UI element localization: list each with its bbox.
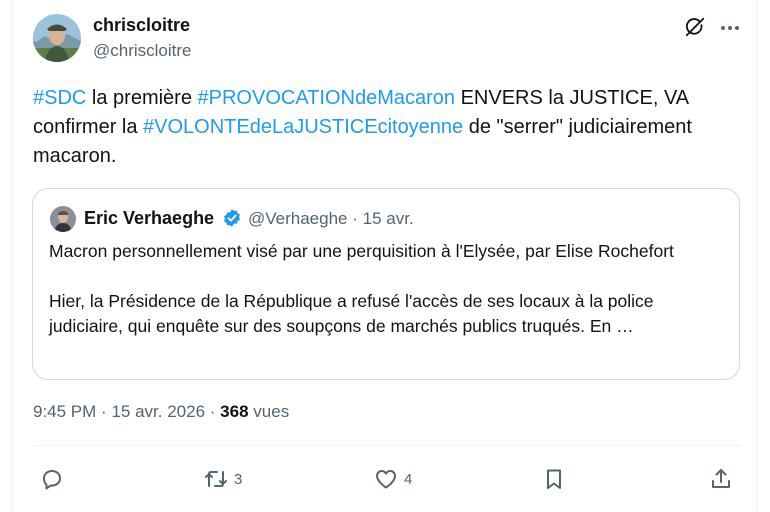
reply-icon <box>43 470 61 490</box>
hashtag-link[interactable]: #PROVOCATIONdeMacaron <box>198 87 456 109</box>
meta-separator: · <box>101 402 107 421</box>
tweet-date[interactable]: 15 avr. 2026 <box>111 402 205 421</box>
reply-button[interactable] <box>40 464 70 494</box>
author-avatar[interactable] <box>33 14 81 62</box>
quote-date[interactable]: 15 avr. <box>363 209 414 228</box>
meta-separator: · <box>209 402 216 421</box>
retweet-button[interactable]: 3 <box>204 464 242 494</box>
retweet-count: 3 <box>234 470 243 488</box>
bookmark-icon <box>547 469 561 489</box>
tweet-text: #SDC la première #PROVOCATIONdeMacaron E… <box>33 84 733 171</box>
quote-separator: · <box>352 209 358 228</box>
quote-author-name[interactable]: Eric Verhaeghe <box>84 208 214 229</box>
share-icon <box>712 469 730 488</box>
divider <box>33 445 741 446</box>
hashtag-link[interactable]: #VOLONTEdeLaJUSTICEcitoyenne <box>143 116 463 138</box>
like-icon <box>376 470 396 489</box>
quote-author-avatar[interactable] <box>50 206 76 232</box>
share-button[interactable] <box>709 464 733 494</box>
views-label: vues <box>253 402 290 421</box>
author-display-name[interactable]: chriscloitre <box>93 15 190 36</box>
bookmark-button[interactable] <box>542 464 566 494</box>
hashtag-link[interactable]: #SDC <box>33 87 86 109</box>
tweet-time[interactable]: 9:45 PM <box>33 402 96 421</box>
verified-badge-icon <box>222 208 242 228</box>
quote-author-handle[interactable]: @Verhaeghe <box>248 209 348 228</box>
quote-text: Macron personnellement visé par une perq… <box>49 241 674 336</box>
views-count: 368 <box>220 402 249 421</box>
retweet-icon <box>205 471 227 487</box>
like-button[interactable]: 4 <box>374 464 412 494</box>
quote-meta: @Verhaeghe · 15 avr. <box>248 209 414 229</box>
author-handle[interactable]: @chriscloitre <box>93 41 192 61</box>
tweet-text-segment: la première <box>86 87 198 109</box>
more-icon[interactable] <box>718 16 742 40</box>
quoted-tweet[interactable]: Eric Verhaeghe @Verhaeghe · 15 avr. Macr… <box>32 188 740 380</box>
tweet-timestamp: 9:45 PM · 15 avr. 2026 · 368 vues <box>33 402 289 422</box>
like-count: 4 <box>404 470 413 488</box>
grok-icon[interactable] <box>684 16 706 38</box>
